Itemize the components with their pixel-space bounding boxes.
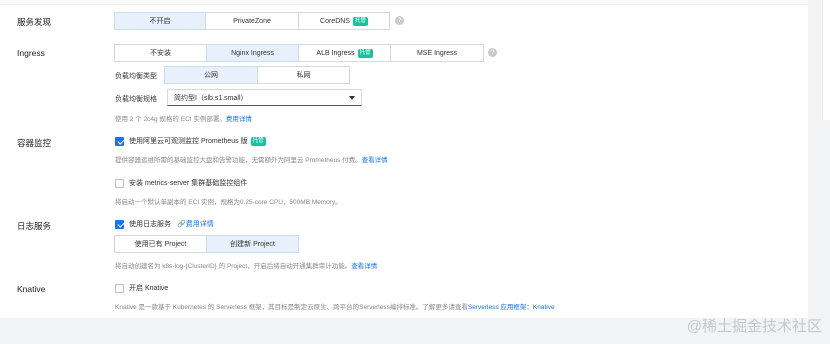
option-existing-project[interactable]: 使用已有 Project <box>114 235 207 253</box>
logging-label: 日志服务 <box>17 221 52 231</box>
checkbox-checked-icon[interactable] <box>115 136 124 146</box>
monitoring-label: 容器监控 <box>17 138 52 148</box>
logging-cost-link[interactable]: 费用详情 <box>186 219 214 229</box>
metrics-server-checkbox-row[interactable]: 安装 metrics-server 集群基础监控组件 <box>115 178 247 188</box>
option-alb-ingress-label: ALB Ingress <box>316 49 355 57</box>
service-discovery-segment: 不开启 PrivateZone CoreDNS 托管 <box>114 12 390 30</box>
link-icon: 🔗 <box>177 221 186 228</box>
ingress-note: 使用 2 个 2c4g 规格的 ECI 实例部署。费用详情 <box>115 113 252 123</box>
option-privatezone[interactable]: PrivateZone <box>205 12 299 30</box>
managed-badge: 托管 <box>352 16 368 26</box>
watermark: @稀土掘金技术社区 <box>686 318 822 335</box>
option-new-project[interactable]: 创建新 Project <box>206 235 299 253</box>
ingress-segment: 不安装 Nginx Ingress ALB Ingress 托管 MSE Ing… <box>114 44 484 62</box>
lb-spec-label: 负载均衡规格 <box>115 96 157 103</box>
logging-enable-label: 使用日志服务 <box>129 221 171 228</box>
option-no-install[interactable]: 不安装 <box>114 44 207 62</box>
knative-desc-text: Knative 是一款基于 Kubernetes 的 Serverless 框架… <box>115 304 468 311</box>
prometheus-details-link[interactable]: 查看详情 <box>362 157 388 164</box>
knative-label: Knative <box>17 284 46 294</box>
checkbox-icon[interactable] <box>115 178 124 188</box>
metrics-server-label: 安装 metrics-server 集群基础监控组件 <box>129 180 248 187</box>
metrics-server-desc: 将启动一个默认单副本的 ECI 实例，规格为0.25-core CPU，500M… <box>115 199 342 206</box>
option-coredns[interactable]: CoreDNS 托管 <box>298 12 390 30</box>
ingress-label: Ingress <box>17 48 45 58</box>
help-icon[interactable]: ? <box>395 16 404 25</box>
logging-details-link[interactable]: 查看详情 <box>351 263 377 270</box>
lb-type-segment: 公网 私网 <box>164 66 350 84</box>
prometheus-desc-text: 提供容器运维所需的基础监控大盘和告警功能，无需额外为阿里云 Prometheus… <box>115 157 362 164</box>
option-nginx-ingress[interactable]: Nginx Ingress <box>206 44 299 62</box>
prometheus-desc: 提供容器运维所需的基础监控大盘和告警功能，无需额外为阿里云 Prometheus… <box>115 154 388 164</box>
project-segment: 使用已有 Project 创建新 Project <box>114 235 299 253</box>
managed-badge: 托管 <box>250 136 266 146</box>
knative-framework-link[interactable]: Serverless 应用框架：Knative <box>468 304 555 311</box>
knative-enable-label: 开启 Knative <box>129 285 169 292</box>
option-coredns-label: CoreDNS <box>320 17 350 25</box>
knative-checkbox-row[interactable]: 开启 Knative <box>115 283 168 293</box>
top-divider <box>0 0 808 5</box>
settings-panel: 服务发现 不开启 PrivateZone CoreDNS 托管 ? Ingres… <box>0 0 808 318</box>
option-alb-ingress[interactable]: ALB Ingress 托管 <box>298 44 391 62</box>
logging-desc: 将自动创建名为 k8s-log-{ClusterID} 的 Project，开启… <box>115 260 377 270</box>
lb-spec-value: 简约型I（slb.s1.small） <box>174 94 248 102</box>
lb-spec-select[interactable]: 简约型I（slb.s1.small） <box>167 89 362 106</box>
logging-checkbox-row[interactable]: 使用日志服务 🔗 费用详情 <box>115 219 214 229</box>
checkbox-icon[interactable] <box>115 283 124 293</box>
ingress-note-text: 使用 2 个 2c4g 规格的 ECI 实例部署。 <box>115 116 226 123</box>
knative-desc: Knative 是一款基于 Kubernetes 的 Serverless 框架… <box>115 301 555 311</box>
prometheus-checkbox-row[interactable]: 使用阿里云可观测监控 Prometheus 版 托管 <box>115 136 266 146</box>
option-public[interactable]: 公网 <box>164 66 258 84</box>
lb-type-label: 负载均衡类型 <box>115 73 157 80</box>
option-mse-ingress[interactable]: MSE Ingress <box>390 44 484 62</box>
service-discovery-label: 服务发现 <box>17 17 52 27</box>
logging-desc-text: 将自动创建名为 k8s-log-{ClusterID} 的 Project，开启… <box>115 263 352 270</box>
option-private[interactable]: 私网 <box>257 66 350 84</box>
managed-badge: 托管 <box>357 48 373 58</box>
option-disabled[interactable]: 不开启 <box>114 12 206 30</box>
caret-down-icon <box>349 96 355 100</box>
cost-details-link[interactable]: 费用详情 <box>226 116 252 123</box>
prometheus-label: 使用阿里云可观测监控 Prometheus 版 <box>129 138 248 145</box>
checkbox-checked-icon[interactable] <box>115 219 124 229</box>
help-icon[interactable]: ? <box>488 48 497 57</box>
side-panel-edge <box>822 0 830 120</box>
